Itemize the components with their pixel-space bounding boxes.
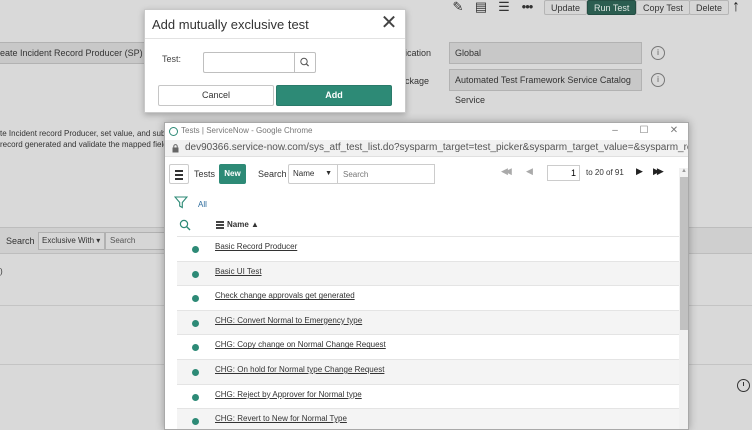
scrollbar-thumb[interactable] [680, 177, 688, 330]
search-label: Search [258, 169, 287, 179]
info-icon[interactable]: i [651, 46, 665, 60]
test-name-link[interactable]: Check change approvals get generated [215, 291, 355, 300]
table-row: CHG: Revert to New for Normal Type [177, 408, 680, 429]
column-menu-icon[interactable] [216, 221, 224, 229]
related-search-field-select[interactable]: Exclusive With ▾ [38, 232, 105, 250]
related-search-input[interactable]: Search [105, 232, 165, 250]
search-icon[interactable] [179, 219, 191, 231]
test-name-link[interactable]: Basic UI Test [215, 267, 262, 276]
add-button[interactable]: Add [276, 85, 392, 106]
lock-icon [172, 144, 179, 153]
list-title: Tests [194, 169, 216, 179]
filter-breadcrumb: All [165, 193, 688, 211]
status-dot-icon [192, 344, 199, 352]
close-icon[interactable]: ✕ [379, 13, 399, 33]
list-header: Name ▲ [165, 214, 680, 236]
filter-all-link[interactable]: All [198, 200, 207, 209]
search-field-select[interactable]: Name ▼ [288, 164, 338, 184]
close-window-icon[interactable]: ✕ [667, 125, 681, 137]
window-titlebar: Tests | ServiceNow - Google Chrome – ☐ ✕ [165, 123, 688, 140]
delete-button[interactable]: Delete [689, 0, 730, 15]
status-dot-icon [192, 393, 199, 401]
lookup-search-button[interactable] [294, 52, 316, 73]
copy-test-button[interactable]: Copy Test [636, 0, 690, 15]
list-bracket-text: ) [0, 267, 3, 276]
table-row: Check change approvals get generated [177, 285, 680, 310]
package-field[interactable]: Automated Test Framework Service Catalog… [449, 69, 642, 105]
last-page-icon[interactable]: ▶▶ [653, 166, 664, 177]
more-options-icon[interactable]: ••• [520, 0, 534, 14]
servicenow-favicon-icon [169, 127, 178, 136]
test-field-label: Test: [162, 54, 182, 64]
status-dot-icon [192, 295, 199, 303]
status-dot-icon [192, 246, 199, 253]
page-url: dev90366.service-now.com/sys_atf_test_li… [185, 142, 689, 153]
info-icon[interactable]: i [651, 73, 665, 87]
maximize-icon[interactable]: ☐ [637, 125, 651, 137]
test-picker-window: Tests | ServiceNow - Google Chrome – ☐ ✕… [164, 122, 689, 430]
search-field-value: Name [293, 169, 315, 178]
status-dot-icon [192, 368, 199, 376]
table-row: CHG: Reject by Approver for Normal type [177, 383, 680, 409]
test-name-link[interactable]: Basic Record Producer [215, 242, 297, 251]
chevron-down-icon: ▼ [325, 170, 332, 177]
description-line: te Incident record Producer, set value, … [0, 129, 166, 138]
test-name-link[interactable]: CHG: Reject by Approver for Normal type [215, 390, 362, 399]
table-row: CHG: On hold for Normal type Change Requ… [177, 358, 680, 384]
attachment-icon[interactable]: ✎ [451, 0, 465, 14]
document-icon[interactable]: ▤ [474, 0, 488, 14]
application-label: ication [405, 48, 432, 58]
table-row: Basic Record Producer [177, 236, 680, 261]
navigate-up-icon[interactable]: ↑ [732, 0, 740, 16]
new-button[interactable]: New [219, 164, 246, 184]
first-page-icon[interactable]: ◀◀ [501, 166, 512, 177]
window-title: Tests | ServiceNow - Google Chrome [181, 126, 313, 135]
settings-sliders-icon[interactable]: ☰ [497, 0, 511, 14]
update-button[interactable]: Update [544, 0, 588, 15]
test-list: Basic Record Producer Basic UI Test Chec… [177, 236, 680, 429]
minimize-icon[interactable]: – [608, 125, 622, 137]
vertical-scrollbar[interactable]: ▲ [679, 168, 688, 429]
list-toolbar: Tests New Search Name ▼ ◀◀ ◀ to 20 of 91… [165, 161, 688, 186]
add-exclusive-test-dialog: Add mutually exclusive test ✕ Test: Canc… [144, 9, 406, 113]
test-name-link[interactable]: CHG: Copy change on Normal Change Reques… [215, 340, 386, 349]
clock-icon[interactable] [737, 379, 750, 392]
related-search-field-value: Exclusive With [42, 236, 95, 245]
cancel-button[interactable]: Cancel [158, 85, 274, 106]
related-search-label: Search [6, 236, 35, 246]
test-name-link[interactable]: CHG: Revert to New for Normal Type [215, 414, 347, 423]
test-reference-input[interactable] [203, 52, 294, 73]
page-range-text: to 20 of 91 [586, 168, 624, 177]
test-name-field[interactable]: eate Incident Record Producer (SP) [0, 42, 146, 64]
run-test-button[interactable]: Run Test [587, 0, 637, 15]
description-line: record generated and validate the mapped… [0, 140, 168, 149]
previous-page-icon[interactable]: ◀ [526, 166, 533, 177]
column-header-name[interactable]: Name ▲ [227, 220, 259, 229]
test-name-link[interactable]: CHG: Convert Normal to Emergency type [215, 316, 362, 325]
search-input[interactable] [338, 164, 435, 184]
address-bar[interactable]: dev90366.service-now.com/sys_atf_test_li… [165, 140, 688, 157]
table-row: CHG: Convert Normal to Emergency type [177, 309, 680, 335]
status-dot-icon [192, 418, 199, 426]
table-row: CHG: Copy change on Normal Change Reques… [177, 334, 680, 359]
status-dot-icon [192, 319, 199, 327]
scroll-up-icon[interactable]: ▲ [681, 168, 687, 174]
package-label: ckage [405, 76, 430, 86]
test-name-link[interactable]: CHG: On hold for Normal type Change Requ… [215, 365, 384, 374]
list-menu-icon[interactable] [169, 164, 189, 184]
status-dot-icon [192, 270, 199, 278]
next-page-icon[interactable]: ▶ [636, 166, 643, 177]
dialog-title: Add mutually exclusive test [152, 17, 309, 32]
dialog-header: Add mutually exclusive test ✕ [145, 10, 405, 39]
filter-icon[interactable] [174, 196, 188, 209]
application-field[interactable]: Global [449, 42, 642, 64]
page-number-input[interactable] [547, 165, 580, 181]
search-icon [300, 57, 310, 67]
table-row: Basic UI Test [177, 260, 680, 286]
